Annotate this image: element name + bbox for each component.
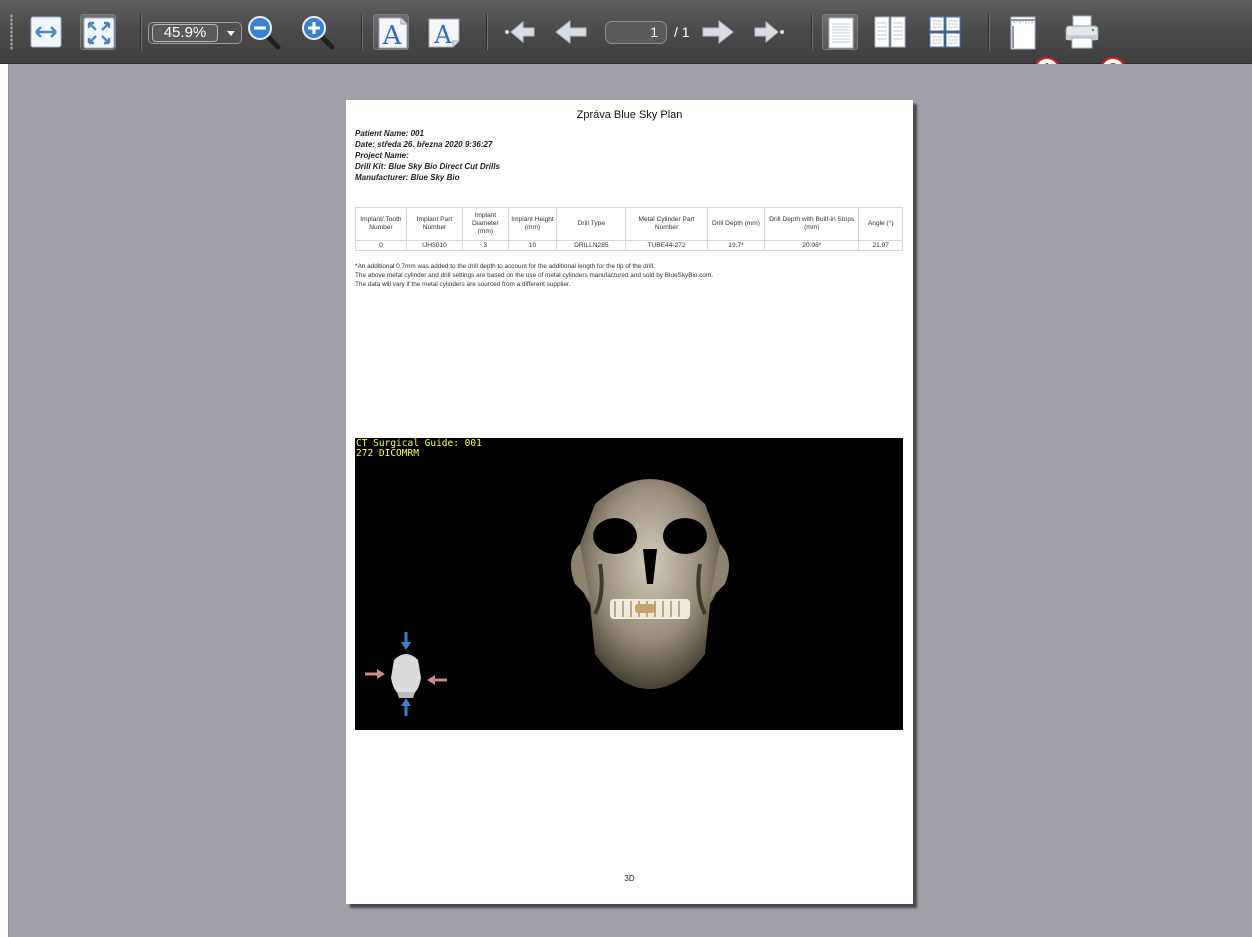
fit-width-icon <box>30 16 62 48</box>
large-font-icon: A <box>378 17 408 51</box>
column-header: Drill Type <box>556 207 627 241</box>
zoom-in-icon <box>302 16 335 50</box>
previous-page-button[interactable] <box>553 14 589 50</box>
svg-text:A: A <box>433 21 452 49</box>
table-cell: 3 <box>462 240 509 251</box>
page-setup-button[interactable] <box>1004 14 1040 50</box>
table-row: 0 IJH3010 3 10 DRILLN285 TUBE44-272 19.7… <box>355 240 903 251</box>
first-page-icon <box>505 20 535 44</box>
table-header-row: Implant/ Tooth Number Implant Part Numbe… <box>355 207 903 241</box>
two-pages-button[interactable] <box>872 14 908 50</box>
previous-page-icon <box>555 19 587 45</box>
patient-name: Patient Name: 001 <box>355 129 424 138</box>
report-notes: *An additional 0.7mm was added to the dr… <box>355 262 713 289</box>
viewport-overlay: CT Surgical Guide: 001 272 DICOMRM <box>356 439 482 459</box>
table-cell: 10 <box>507 240 558 251</box>
note-line: The above metal cylinder and drill setti… <box>355 272 714 279</box>
skull-3d-render <box>571 479 729 689</box>
manufacturer: Manufacturer: Blue Sky Bio <box>355 173 460 182</box>
toolbar-separator <box>811 14 812 50</box>
zoom-combobox[interactable]: 45.9% <box>148 22 242 44</box>
two-pages-icon <box>874 16 906 48</box>
report-page: Zpráva Blue Sky Plan Patient Name: 001 D… <box>346 100 913 904</box>
note-line: The data will vary if the metal cylinder… <box>355 281 571 288</box>
print-preview-window: 45.9% A A 1 / 1 Zpráva Blue Sky Plan Pat… <box>0 0 1252 937</box>
note-line: *An additional 0.7mm was added to the dr… <box>355 263 655 270</box>
column-header: Implant Diameter (mm) <box>462 207 509 241</box>
first-page-button[interactable] <box>501 14 537 50</box>
3d-render-image: CT Surgical Guide: 001 272 DICOMRM <box>355 438 903 730</box>
page-footer-label: 3D <box>624 874 635 883</box>
four-pages-button[interactable] <box>927 14 963 50</box>
table-cell: 19.7* <box>706 240 766 251</box>
table-cell: IJH3010 <box>405 240 464 251</box>
column-header: Implant Part Number <box>405 207 464 241</box>
toolbar-separator <box>486 14 487 50</box>
small-font-icon: A <box>428 18 460 49</box>
next-page-icon <box>702 19 734 45</box>
drill-table: Implant/ Tooth Number Implant Part Numbe… <box>355 207 903 251</box>
toolbar-separator <box>988 14 989 50</box>
column-header: Implant/ Tooth Number <box>355 207 407 241</box>
zoom-out-button[interactable] <box>246 14 282 50</box>
column-header: Metal Cylinder Part Number <box>625 207 708 241</box>
fit-page-icon <box>83 17 115 49</box>
overlay-line: 272 DICOMRM <box>356 448 419 459</box>
project-name: Project Name: <box>355 151 409 160</box>
four-pages-icon <box>929 16 961 48</box>
table-cell: 20.08* <box>764 240 860 251</box>
toolbar-grip[interactable] <box>10 14 13 50</box>
print-icon <box>1065 15 1099 49</box>
single-page-button[interactable] <box>822 14 858 50</box>
svg-text:A: A <box>382 21 403 51</box>
table-cell: DRILLN285 <box>556 240 627 251</box>
table-cell: 0 <box>355 240 407 251</box>
report-meta: Patient Name: 001 Date: středa 26. březn… <box>355 128 500 183</box>
small-font-button[interactable]: A <box>426 14 462 50</box>
report-title: Zpráva Blue Sky Plan <box>576 109 683 121</box>
page-number-input[interactable]: 1 <box>605 21 667 44</box>
fit-page-button[interactable] <box>80 14 116 50</box>
chevron-down-icon[interactable] <box>222 24 240 42</box>
large-font-button[interactable]: A <box>373 14 409 51</box>
fit-width-button[interactable] <box>28 14 64 50</box>
zoom-value[interactable]: 45.9% <box>152 24 218 42</box>
table-cell: TUBE44-272 <box>625 240 708 251</box>
column-header: Angle (°) <box>858 207 903 241</box>
last-page-icon <box>754 20 784 44</box>
column-header: Implant Height (mm) <box>507 207 558 241</box>
toolbar: 45.9% A A 1 / 1 <box>0 0 1252 83</box>
report-date: Date: středa 26. března 2020 9:36:27 <box>355 140 493 149</box>
drill-kit: Drill Kit: Blue Sky Bio Direct Cut Drill… <box>355 162 500 171</box>
zoom-in-button[interactable] <box>300 14 336 50</box>
print-button[interactable] <box>1064 14 1100 50</box>
single-page-icon <box>828 17 854 49</box>
toolbar-separator <box>361 14 362 50</box>
column-header: Drill Depth (mm) <box>706 207 766 241</box>
toolbar-separator <box>140 14 141 50</box>
page-count-label: / 1 <box>674 24 690 40</box>
page-setup-icon <box>1010 16 1036 50</box>
next-page-button[interactable] <box>700 14 736 50</box>
column-header: Drill Depth with Built-in Stops (mm) <box>764 207 860 241</box>
orientation-widget <box>365 632 447 716</box>
table-cell: 21.97 <box>858 240 903 251</box>
last-page-button[interactable] <box>752 14 788 50</box>
zoom-out-icon <box>248 16 281 50</box>
